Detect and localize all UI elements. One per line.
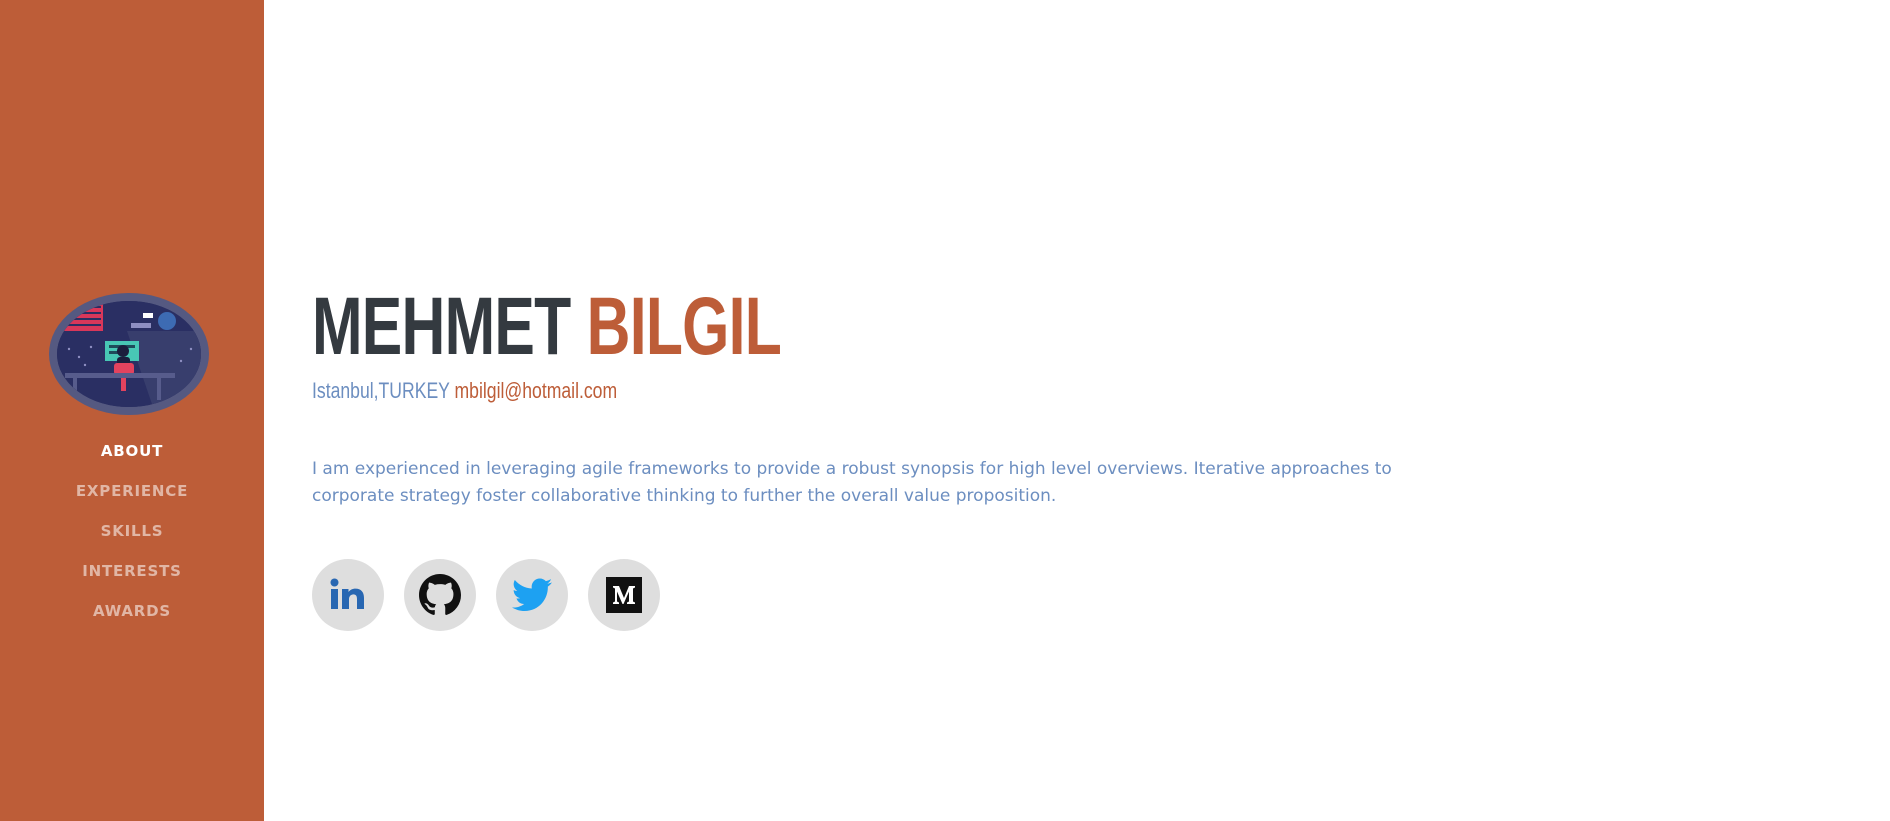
workspace-illustration xyxy=(57,301,201,407)
sidebar-nav: ABOUT EXPERIENCE SKILLS INTERESTS AWARDS xyxy=(0,438,264,638)
contact-line: Istanbul,TURKEY mbilgil@hotmail.com xyxy=(312,377,617,405)
nav-item-awards: AWARDS xyxy=(0,598,264,638)
medium-button[interactable] xyxy=(588,559,660,631)
nav-link-interests[interactable]: INTERESTS xyxy=(82,558,181,584)
last-name: BILGIL xyxy=(586,281,782,372)
twitter-icon xyxy=(512,578,552,611)
nav-link-awards[interactable]: AWARDS xyxy=(93,598,171,624)
nav-link-about[interactable]: ABOUT xyxy=(101,438,163,464)
page-title: MEHMET BILGIL xyxy=(312,281,782,372)
nav-item-skills: SKILLS xyxy=(0,518,264,558)
email-link[interactable]: mbilgil@hotmail.com xyxy=(455,378,618,403)
nav-item-about: ABOUT xyxy=(0,438,264,478)
about-section: MEHMET BILGIL Istanbul,TURKEY mbilgil@ho… xyxy=(312,0,1812,821)
medium-icon xyxy=(606,577,642,613)
nav-link-experience[interactable]: EXPERIENCE xyxy=(76,478,188,504)
linkedin-button[interactable] xyxy=(312,559,384,631)
social-icons xyxy=(312,559,660,631)
nav-item-interests: INTERESTS xyxy=(0,558,264,598)
linkedin-icon xyxy=(330,578,364,609)
github-button[interactable] xyxy=(404,559,476,631)
first-name: MEHMET xyxy=(312,281,571,372)
sidebar: ABOUT EXPERIENCE SKILLS INTERESTS AWARDS xyxy=(0,0,264,821)
avatar[interactable] xyxy=(49,293,209,415)
github-icon xyxy=(419,574,461,615)
twitter-button[interactable] xyxy=(496,559,568,631)
bio-text: I am experienced in leveraging agile fra… xyxy=(312,459,1392,506)
nav-link-skills[interactable]: SKILLS xyxy=(101,518,164,544)
location-text: Istanbul,TURKEY xyxy=(312,378,450,403)
nav-item-experience: EXPERIENCE xyxy=(0,478,264,518)
